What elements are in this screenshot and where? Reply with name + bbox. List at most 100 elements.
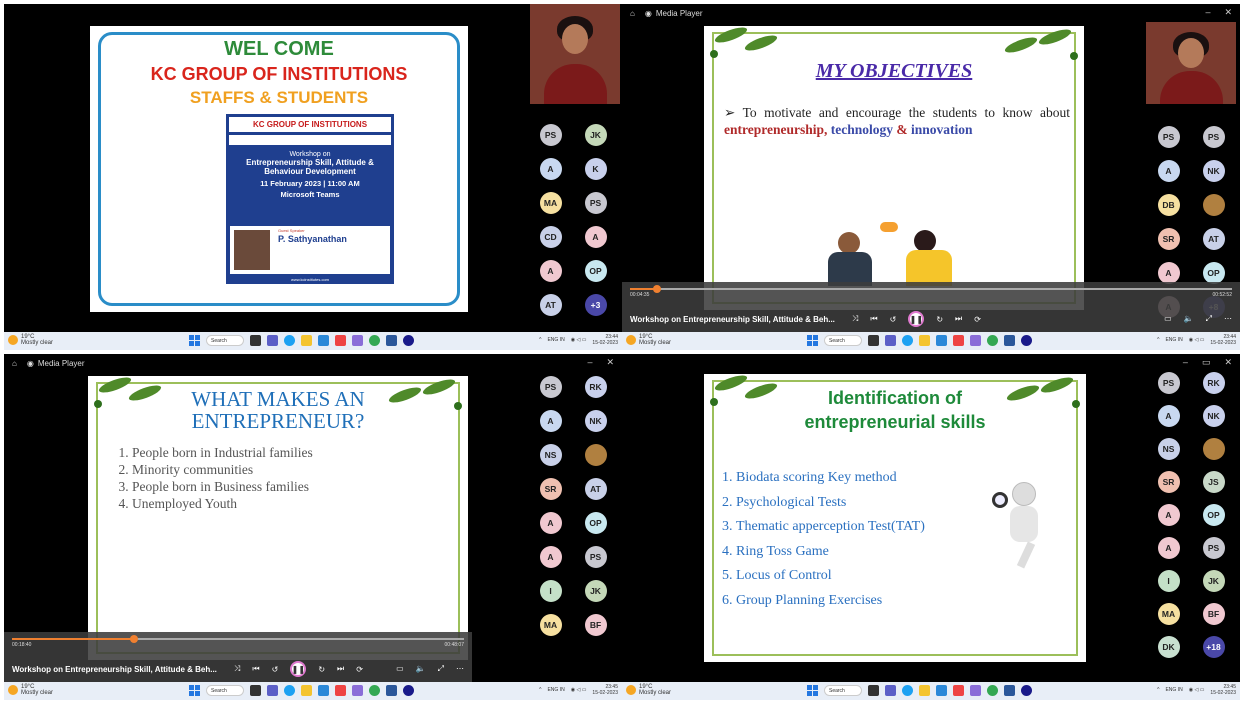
app-icon[interactable] xyxy=(953,685,964,696)
participant-tile[interactable]: JK xyxy=(573,580,618,602)
cast-icon[interactable]: ▭ xyxy=(1164,314,1172,324)
chrome-icon[interactable] xyxy=(987,335,998,346)
app-icon[interactable] xyxy=(970,335,981,346)
participant-tile[interactable]: K xyxy=(573,158,618,180)
participant-tile[interactable]: +3 xyxy=(573,294,618,316)
participant-tile[interactable]: RK xyxy=(1191,372,1236,394)
participant-tile[interactable]: A xyxy=(1146,405,1191,427)
participant-tile[interactable]: MA xyxy=(1146,603,1191,625)
participant-tile[interactable]: JK xyxy=(573,124,618,146)
minimize-icon[interactable]: – xyxy=(587,357,592,368)
edge-icon[interactable] xyxy=(284,335,295,346)
participant-tile[interactable]: PS xyxy=(1191,537,1236,559)
participant-tile[interactable]: JS xyxy=(1191,471,1236,493)
pause-button[interactable]: ❚❚ xyxy=(290,661,307,677)
participant-tile[interactable]: NK xyxy=(1191,160,1236,182)
taskview-icon[interactable] xyxy=(868,685,879,696)
start-icon[interactable] xyxy=(807,335,818,346)
media-icon[interactable] xyxy=(1021,685,1032,696)
participant-tile[interactable]: PS xyxy=(528,124,573,146)
volume-icon[interactable]: 🔈 xyxy=(416,664,426,674)
participant-tile[interactable]: SR xyxy=(1146,471,1191,493)
participant-tile[interactable]: A xyxy=(528,512,573,534)
next-icon[interactable]: ⏭ xyxy=(955,314,962,324)
participant-tile[interactable]: DB xyxy=(1146,194,1191,216)
seek-handle[interactable] xyxy=(653,285,662,293)
participant-tile[interactable]: NK xyxy=(1191,405,1236,427)
participant-tile[interactable]: CD xyxy=(528,226,573,248)
participant-tile[interactable]: NS xyxy=(1146,438,1191,460)
chrome-icon[interactable] xyxy=(369,685,380,696)
participant-tile[interactable]: +18 xyxy=(1191,636,1236,658)
shuffle-icon[interactable]: ⤨ xyxy=(234,664,240,674)
home-icon[interactable]: ⌂ xyxy=(12,359,17,368)
participant-tile[interactable]: PS xyxy=(1191,126,1236,148)
home-icon[interactable]: ⌂ xyxy=(630,9,635,18)
app-icon[interactable] xyxy=(352,335,363,346)
minimize-icon[interactable]: – xyxy=(1205,7,1210,18)
app-icon[interactable] xyxy=(335,335,346,346)
participant-tile[interactable]: OP xyxy=(573,260,618,282)
more-icon[interactable]: ⋯ xyxy=(456,664,464,674)
participant-tile[interactable]: DK xyxy=(1146,636,1191,658)
rewind-icon[interactable]: ↺ xyxy=(890,315,897,324)
chrome-icon[interactable] xyxy=(369,335,380,346)
participant-tile[interactable]: OP xyxy=(1191,504,1236,526)
participant-tile[interactable]: BF xyxy=(573,614,618,636)
previous-icon[interactable]: ⏮ xyxy=(252,664,259,674)
cast-icon[interactable]: ▭ xyxy=(396,664,404,674)
edge-icon[interactable] xyxy=(902,335,913,346)
forward-icon[interactable]: ↻ xyxy=(936,315,943,324)
edge-icon[interactable] xyxy=(902,685,913,696)
participant-tile[interactable]: A xyxy=(1146,537,1191,559)
participant-tile[interactable]: RK xyxy=(573,376,618,398)
search-box[interactable]: Search xyxy=(824,335,862,346)
pause-button[interactable]: ❚❚ xyxy=(908,311,925,327)
app-icon[interactable] xyxy=(953,335,964,346)
minimize-icon[interactable]: – xyxy=(1183,357,1188,368)
explorer-icon[interactable] xyxy=(919,685,930,696)
more-icon[interactable]: ⋯ xyxy=(1224,314,1232,324)
participant-tile[interactable]: A xyxy=(573,226,618,248)
participant-tile[interactable]: A xyxy=(1146,262,1191,284)
start-icon[interactable] xyxy=(807,685,818,696)
app-icon[interactable] xyxy=(335,685,346,696)
explorer-icon[interactable] xyxy=(301,335,312,346)
forward-icon[interactable]: ↻ xyxy=(318,665,325,674)
previous-icon[interactable]: ⏮ xyxy=(870,314,877,324)
maximize-icon[interactable]: ▭ xyxy=(1202,357,1211,368)
participant-tile[interactable]: BF xyxy=(1191,603,1236,625)
seek-handle[interactable] xyxy=(130,635,139,643)
start-icon[interactable] xyxy=(189,685,200,696)
search-box[interactable]: Search xyxy=(824,685,862,696)
participant-tile[interactable] xyxy=(1191,438,1236,460)
search-box[interactable]: Search xyxy=(206,685,244,696)
teams-icon[interactable] xyxy=(885,685,896,696)
participant-tile[interactable]: OP xyxy=(573,512,618,534)
shuffle-icon[interactable]: ⤨ xyxy=(852,314,858,324)
teams-icon[interactable] xyxy=(885,335,896,346)
word-icon[interactable] xyxy=(386,685,397,696)
participant-tile[interactable]: A xyxy=(528,410,573,432)
repeat-icon[interactable]: ⟳ xyxy=(974,315,981,324)
explorer-icon[interactable] xyxy=(919,335,930,346)
participant-tile[interactable]: NS xyxy=(528,444,573,466)
participant-tile[interactable]: AT xyxy=(1191,228,1236,250)
store-icon[interactable] xyxy=(318,335,329,346)
start-icon[interactable] xyxy=(189,335,200,346)
teams-icon[interactable] xyxy=(267,685,278,696)
edge-icon[interactable] xyxy=(284,685,295,696)
participant-tile[interactable]: PS xyxy=(1146,372,1191,394)
store-icon[interactable] xyxy=(318,685,329,696)
media-icon[interactable] xyxy=(403,335,414,346)
store-icon[interactable] xyxy=(936,335,947,346)
participant-tile[interactable]: SR xyxy=(528,478,573,500)
app-icon[interactable] xyxy=(352,685,363,696)
participant-tile[interactable]: PS xyxy=(528,376,573,398)
fullscreen-icon[interactable]: ⤢ xyxy=(1206,314,1212,324)
participant-tile[interactable]: MA xyxy=(528,192,573,214)
media-icon[interactable] xyxy=(403,685,414,696)
participant-tile[interactable]: AT xyxy=(528,294,573,316)
participant-tile[interactable]: A xyxy=(1146,504,1191,526)
participant-tile[interactable]: AT xyxy=(573,478,618,500)
